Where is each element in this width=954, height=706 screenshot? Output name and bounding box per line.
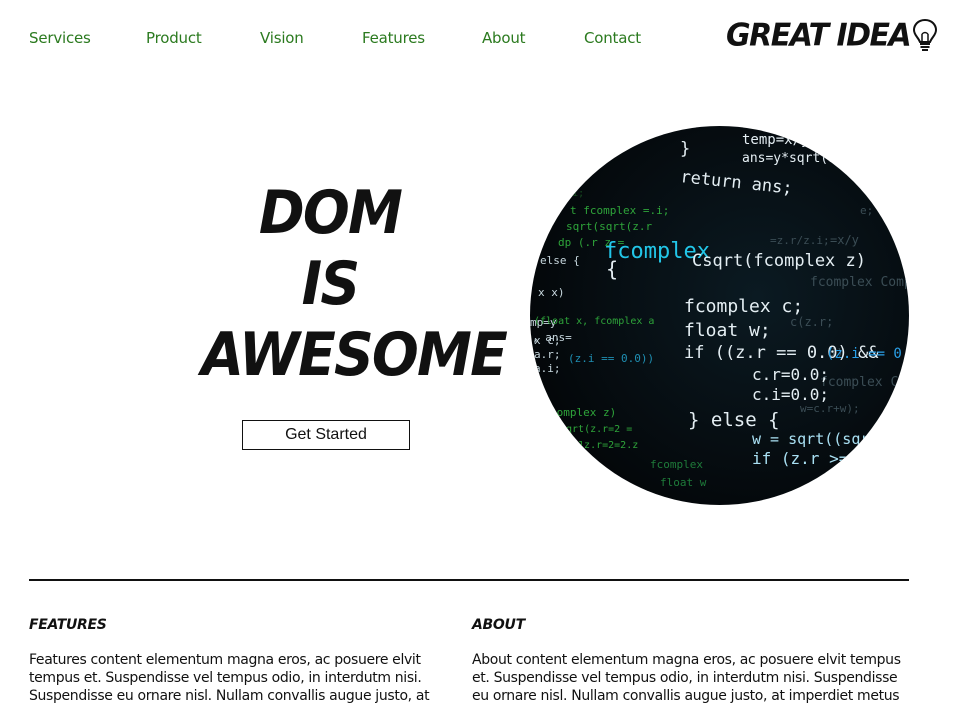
code-line-2: }: [680, 139, 690, 159]
about-text: About content elementum magna eros, ac p…: [472, 652, 901, 704]
code-line-bg-21: r=1z.r=2=2.z: [566, 440, 638, 451]
code-line-bg-18: (z.i == 0.0)): [568, 352, 654, 365]
code-line-bg-23: float w: [660, 476, 707, 489]
features-text: Features content elementum magna eros, a…: [29, 652, 430, 704]
hero-title: DOM IS AWESOME: [201, 178, 508, 391]
nav-link-services[interactable]: Services: [29, 29, 91, 47]
code-line-bg-26: fcomplex Comp: [810, 275, 909, 290]
nav-link-vision[interactable]: Vision: [260, 29, 304, 47]
code-line-bg-2: t fcomplex =.i;: [570, 204, 669, 217]
code-line-bg-19: complex z): [550, 406, 616, 419]
nav-link-product[interactable]: Product: [146, 29, 202, 47]
landing-page: Services Product Vision Features About C…: [0, 0, 954, 706]
nav-link-contact[interactable]: Contact: [584, 29, 641, 47]
code-line-bg-24: =z.r/z.i;: [770, 234, 830, 247]
code-line-11: (z.i == 0.0)) {: [826, 346, 909, 362]
lightbulb-icon: [913, 18, 938, 51]
code-line-14: } else {: [688, 409, 780, 431]
code-line-3: ans=y*sqrt(1.0+temp*te: [742, 151, 909, 166]
code-line-1: temp=x/y;: [742, 132, 818, 148]
code-image-svg: e.z) =.i; t fcomplex =.i; sqrt(sqrt(z.r …: [530, 132, 909, 489]
code-line-bg-3: sqrt(sqrt(z.r: [566, 220, 652, 233]
code-line-bg-7: else {: [540, 254, 580, 267]
nav-link-features[interactable]: Features: [362, 29, 425, 47]
code-line-bg-28: fcomplex Com: [820, 375, 909, 390]
nav-link-about[interactable]: About: [482, 29, 526, 47]
section-divider: [29, 579, 909, 581]
hero-title-line-1: DOM: [258, 178, 403, 248]
code-line-7: {: [606, 257, 618, 281]
logo-text: GREAT IDEA: [726, 17, 912, 54]
logo[interactable]: GREAT IDEA: [726, 16, 938, 56]
code-line-13: c.i=0.0;: [752, 385, 829, 404]
code-line-bg-22: fcomplex: [650, 458, 703, 471]
code-line-bg-4: e;: [860, 204, 873, 217]
about-heading: ABOUT: [472, 617, 525, 633]
features-heading: FEATURES: [29, 617, 107, 633]
code-line-16: if (z.r >= 0.0): [752, 449, 897, 468]
code-line-bg-25: c(z.r;: [790, 315, 833, 329]
hero-title-line-2: IS: [301, 249, 360, 319]
code-line-9: float w;: [684, 320, 771, 341]
code-line-15: w = sqrt((sqrt(z.r: [752, 430, 909, 448]
code-line-bg-8: x x): [538, 286, 565, 299]
hero-title-line-3: AWESOME: [201, 320, 508, 390]
code-line-bg-5: =x/y: [830, 233, 859, 247]
code-line-bg-20: sqrt(z.r=2 =: [560, 424, 632, 435]
code-line-12: c.r=0.0;: [752, 365, 829, 384]
code-line-6: Csqrt(fcomplex z): [692, 251, 866, 271]
code-line-4: return ans;: [679, 167, 793, 199]
hero-code-image: e.z) =.i; t fcomplex =.i; sqrt(sqrt(z.r …: [530, 126, 909, 505]
code-line-bg-15: x c;: [534, 334, 561, 347]
code-line-bg-1: e.z) =.i;: [530, 188, 584, 199]
code-line-bg-14: (float x, fcomplex a: [534, 316, 654, 327]
code-line-8: fcomplex c;: [684, 296, 803, 317]
code-line-bg-17: a.i;: [534, 362, 561, 375]
get-started-button[interactable]: Get Started: [242, 420, 410, 450]
code-line-bg-16: a.r;: [534, 348, 561, 361]
